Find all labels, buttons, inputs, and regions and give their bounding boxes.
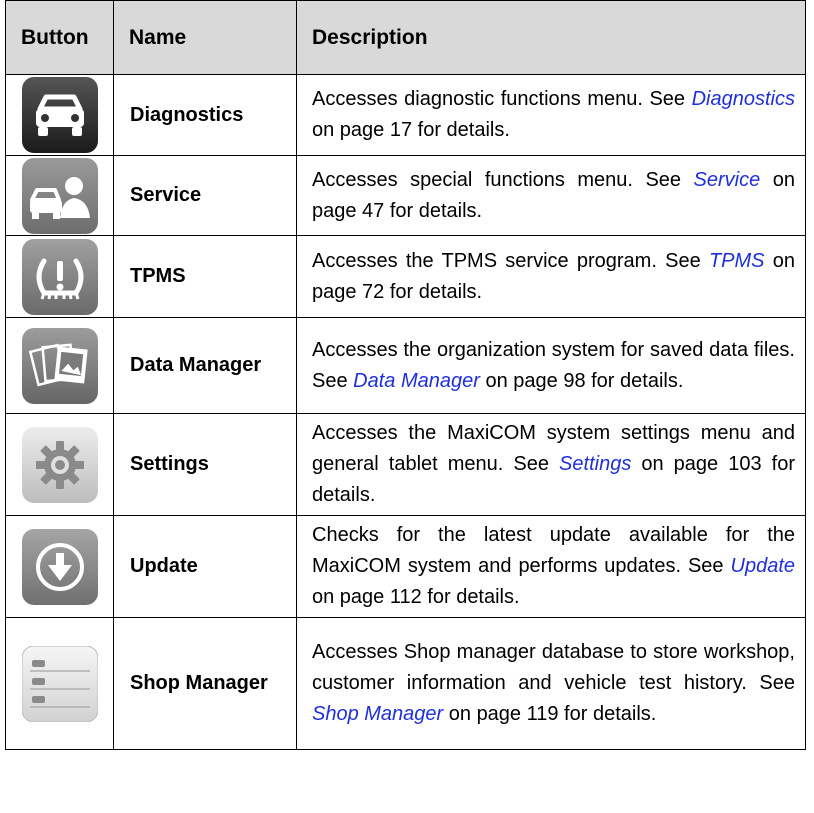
car-icon[interactable] (21, 77, 98, 153)
table-row: Settings Accesses the MaxiCOM system set… (5, 413, 806, 516)
row-name: Diagnostics (113, 74, 297, 156)
header-name: Name (113, 0, 297, 75)
table-row: Diagnostics Accesses diagnostic function… (5, 74, 806, 156)
page-link[interactable]: Update (731, 555, 796, 577)
download-arrow-icon[interactable] (21, 528, 98, 605)
page-link[interactable]: TPMS (709, 250, 765, 272)
page-link[interactable]: Data Manager (353, 370, 480, 392)
row-description: Accesses special functions menu. See Ser… (296, 155, 806, 236)
row-description: Accesses diagnostic functions menu. See … (296, 74, 806, 156)
table-row: Service Accesses special functions menu.… (5, 155, 806, 236)
gear-icon[interactable] (21, 426, 98, 503)
row-name: Service (113, 155, 297, 236)
header-description: Description (296, 0, 806, 75)
row-description: Checks for the latest update available f… (296, 515, 806, 618)
row-name: Update (113, 515, 297, 618)
photo-gallery-icon[interactable] (21, 327, 98, 404)
tire-pressure-icon[interactable] (21, 238, 98, 315)
header-button: Button (5, 0, 114, 75)
row-description: Accesses the organization system for sav… (296, 317, 806, 414)
row-name: Data Manager (113, 317, 297, 414)
page-link[interactable]: Diagnostics (692, 88, 795, 110)
page-link[interactable]: Service (694, 169, 761, 191)
row-description: Accesses Shop manager database to store … (296, 617, 806, 750)
table-row: Data Manager Accesses the organization s… (5, 317, 806, 414)
row-description: Accesses the MaxiCOM system settings men… (296, 413, 806, 516)
table-row: Shop Manager Accesses Shop manager datab… (5, 617, 806, 750)
row-name: TPMS (113, 235, 297, 318)
row-description: Accesses the TPMS service program. See T… (296, 235, 806, 318)
row-name: Shop Manager (113, 617, 297, 750)
page-link[interactable]: Shop Manager (312, 703, 443, 725)
row-name: Settings (113, 413, 297, 516)
car-mechanic-icon[interactable] (21, 157, 98, 234)
feature-buttons-table: Button Name Description Diagnostics Acce… (5, 0, 806, 750)
table-header-row: Button Name Description (5, 0, 806, 75)
car-list-icon[interactable] (21, 645, 98, 722)
table-row: Update Checks for the latest update avai… (5, 515, 806, 618)
table-row: TPMS Accesses the TPMS service program. … (5, 235, 806, 318)
page-link[interactable]: Settings (559, 453, 631, 475)
